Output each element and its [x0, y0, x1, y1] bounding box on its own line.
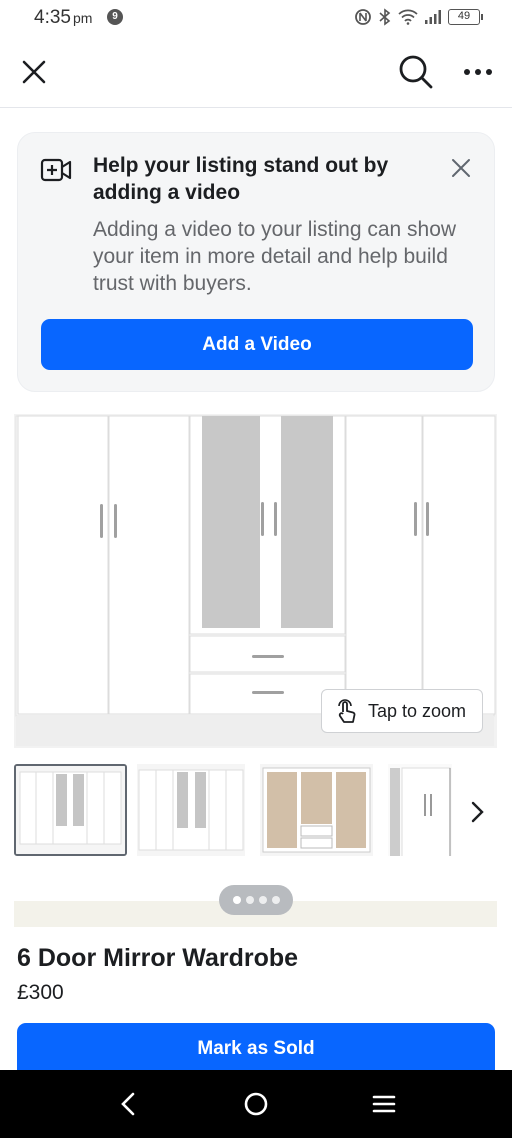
battery-indicator: 49 [448, 9, 483, 25]
more-button[interactable] [456, 52, 500, 92]
thumbnail-3[interactable] [260, 764, 373, 856]
more-icon [464, 69, 492, 75]
wardrobe-detail-thumbnail [388, 764, 452, 856]
card-title: Help your listing stand out by adding a … [93, 154, 389, 204]
notification-badge: 9 [107, 9, 123, 25]
close-button[interactable] [14, 52, 54, 92]
status-time: 4:35 pm [34, 7, 93, 28]
tap-icon [338, 699, 356, 723]
thumbnail-4[interactable] [388, 764, 452, 856]
zoom-label: Tap to zoom [368, 700, 467, 721]
tap-to-zoom-button[interactable]: Tap to zoom [321, 689, 483, 733]
back-button[interactable] [108, 1084, 148, 1124]
status-ampm: pm [72, 10, 93, 26]
nfc-icon [355, 9, 371, 25]
wardrobe-interior-thumbnail [260, 764, 373, 856]
card-description: Adding a video to your listing can show … [93, 218, 457, 295]
next-thumbnails-button[interactable] [458, 792, 498, 832]
home-button[interactable] [236, 1084, 276, 1124]
carousel-dot [271, 896, 280, 904]
back-icon [121, 1092, 135, 1116]
thumbnail-2[interactable] [137, 764, 245, 856]
video-add-icon [40, 158, 72, 182]
listing-price: £300 [17, 981, 64, 1004]
close-icon [22, 60, 46, 84]
dismiss-card-button[interactable] [448, 155, 474, 181]
chevron-right-icon [471, 801, 484, 823]
bluetooth-icon [379, 8, 391, 26]
mark-as-sold-button[interactable]: Mark as Sold [17, 1023, 495, 1075]
carousel-dot [245, 896, 254, 904]
close-icon [452, 159, 470, 177]
listing-title: 6 Door Mirror Wardrobe [17, 944, 299, 972]
status-icons: 49 [354, 8, 483, 26]
add-video-card: Help your listing stand out by adding a … [17, 132, 495, 392]
home-icon [244, 1092, 268, 1116]
wifi-icon [398, 9, 418, 25]
recents-button[interactable] [364, 1084, 404, 1124]
wardrobe-thumbnail [137, 764, 245, 856]
search-button[interactable] [394, 50, 438, 94]
add-video-button[interactable]: Add a Video [41, 319, 473, 370]
thumbnail-1[interactable] [14, 764, 127, 856]
carousel-indicator [219, 885, 293, 915]
status-bar: 4:35 pm 9 49 [0, 0, 512, 38]
app-bar [0, 40, 512, 108]
system-nav-bar [0, 1070, 512, 1138]
search-icon [399, 55, 433, 89]
signal-icon [425, 10, 441, 24]
wardrobe-thumbnail [16, 766, 125, 854]
carousel-dot [232, 896, 241, 904]
carousel-dot [258, 896, 267, 904]
menu-icon [372, 1095, 396, 1113]
